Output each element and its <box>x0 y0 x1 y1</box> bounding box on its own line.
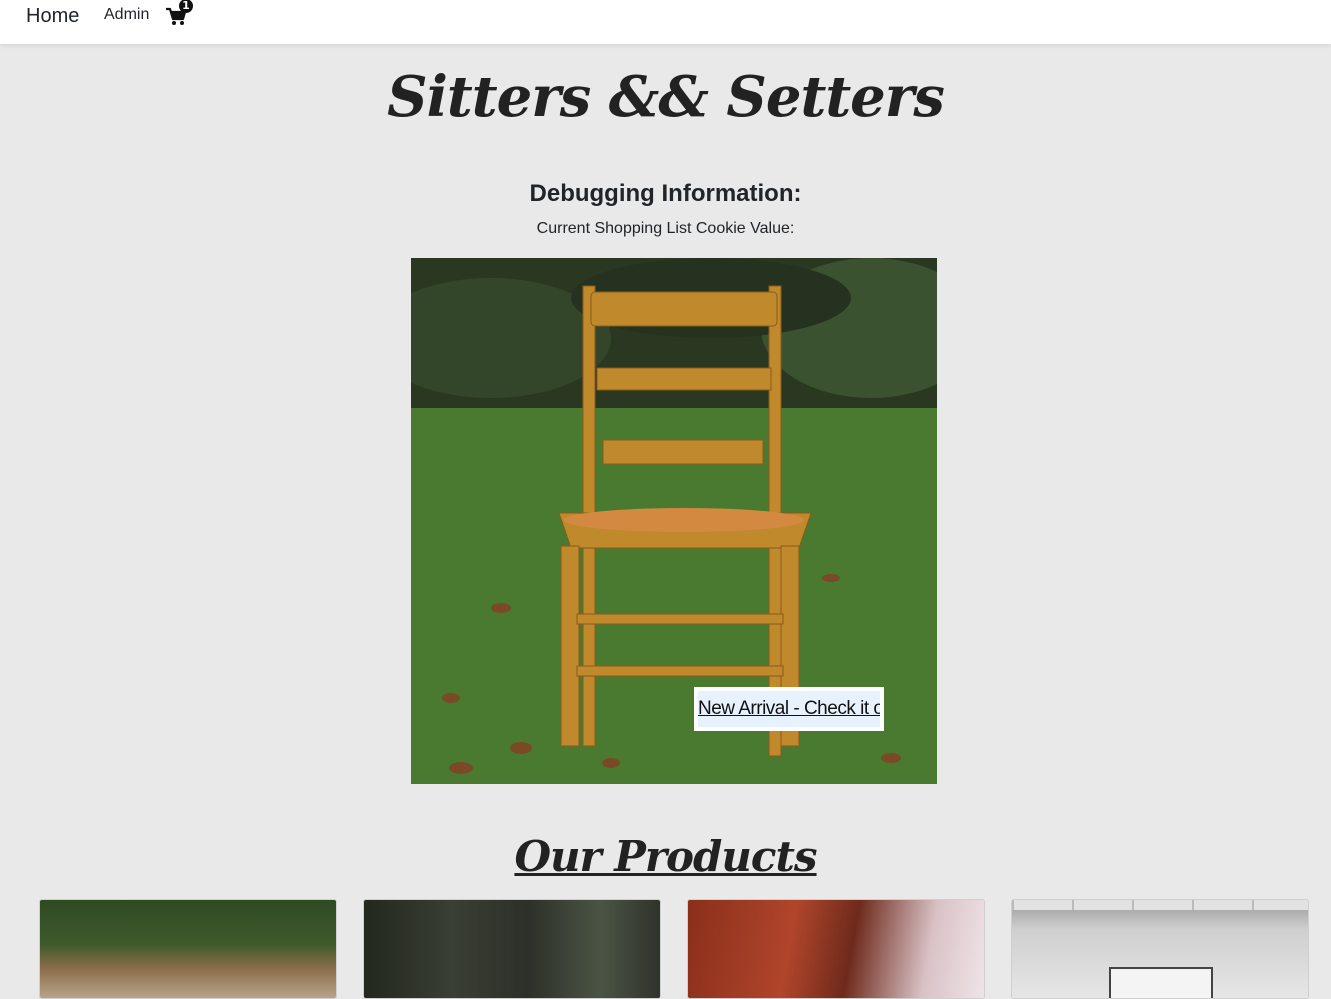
nav-admin-link[interactable]: Admin <box>104 6 149 24</box>
product-card-2[interactable] <box>363 899 661 999</box>
product-card-1[interactable] <box>39 899 337 999</box>
product-card-4[interactable] <box>1011 899 1309 999</box>
products-title: Our Products <box>514 832 817 881</box>
hero-image-chair[interactable]: New Arrival - Check it out! <box>411 258 937 784</box>
top-navbar: Home Admin 1 <box>0 0 1331 44</box>
nav-home-link[interactable]: Home <box>26 5 79 28</box>
cookie-value-label: Current Shopping List Cookie Value: <box>536 220 795 237</box>
new-arrival-badge: New Arrival - Check it out! <box>694 687 884 731</box>
cart-button[interactable]: 1 <box>165 0 193 27</box>
gallery-ceiling <box>1012 900 1308 910</box>
gallery-frame <box>1109 967 1213 998</box>
site-title: Sitters && Setters <box>387 64 945 130</box>
new-arrival-link[interactable]: New Arrival - Check it out! <box>698 691 880 727</box>
cart-count-badge: 1 <box>179 0 193 13</box>
product-card-3[interactable] <box>687 899 985 999</box>
debug-title: Debugging Information: <box>529 180 802 207</box>
